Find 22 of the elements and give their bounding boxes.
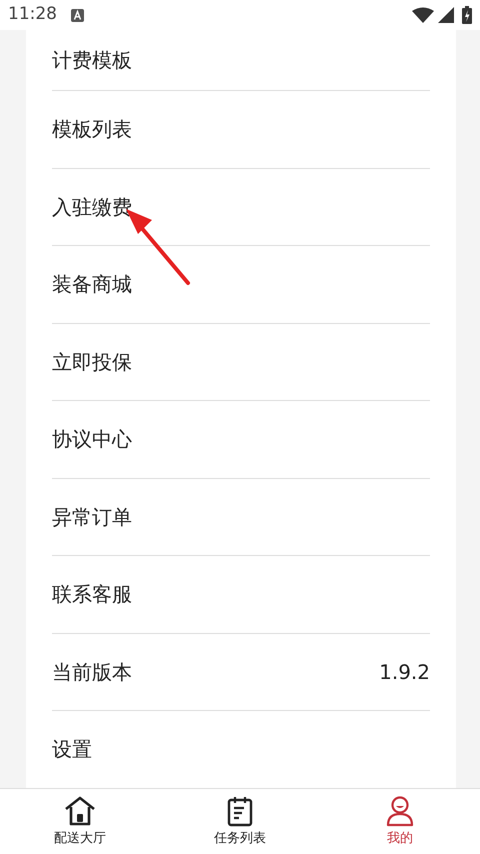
menu-item[interactable]: 立即投保 bbox=[52, 346, 132, 377]
person-icon bbox=[386, 794, 414, 827]
nav-tab[interactable]: 我的 bbox=[320, 789, 480, 854]
menu-item[interactable]: 计费模板 bbox=[52, 45, 132, 75]
menu-item[interactable]: 当前版本 bbox=[52, 656, 132, 687]
menu-item[interactable]: 联系客服 bbox=[52, 579, 132, 610]
menu-item[interactable]: 模板列表 bbox=[52, 114, 132, 144]
wifi-icon bbox=[412, 7, 434, 23]
status-time: 11:28 bbox=[8, 3, 57, 26]
home-icon bbox=[63, 794, 97, 827]
signal-icon bbox=[438, 7, 454, 23]
nav-tab[interactable]: 任务列表 bbox=[160, 789, 320, 854]
menu-item[interactable]: 装备商城 bbox=[52, 269, 132, 300]
notepad-icon bbox=[227, 794, 253, 827]
notification-icon bbox=[71, 8, 84, 22]
menu-item[interactable]: 设置 bbox=[52, 734, 92, 764]
nav-tab[interactable]: 配送大厅 bbox=[0, 789, 160, 854]
menu-item[interactable]: 协议中心 bbox=[52, 424, 132, 454]
menu-item[interactable]: 异常订单 bbox=[52, 502, 132, 532]
menu-item[interactable]: 入驻缴费 bbox=[52, 192, 132, 222]
battery-icon bbox=[462, 6, 472, 24]
version-value: 1.9.2 bbox=[379, 658, 430, 686]
